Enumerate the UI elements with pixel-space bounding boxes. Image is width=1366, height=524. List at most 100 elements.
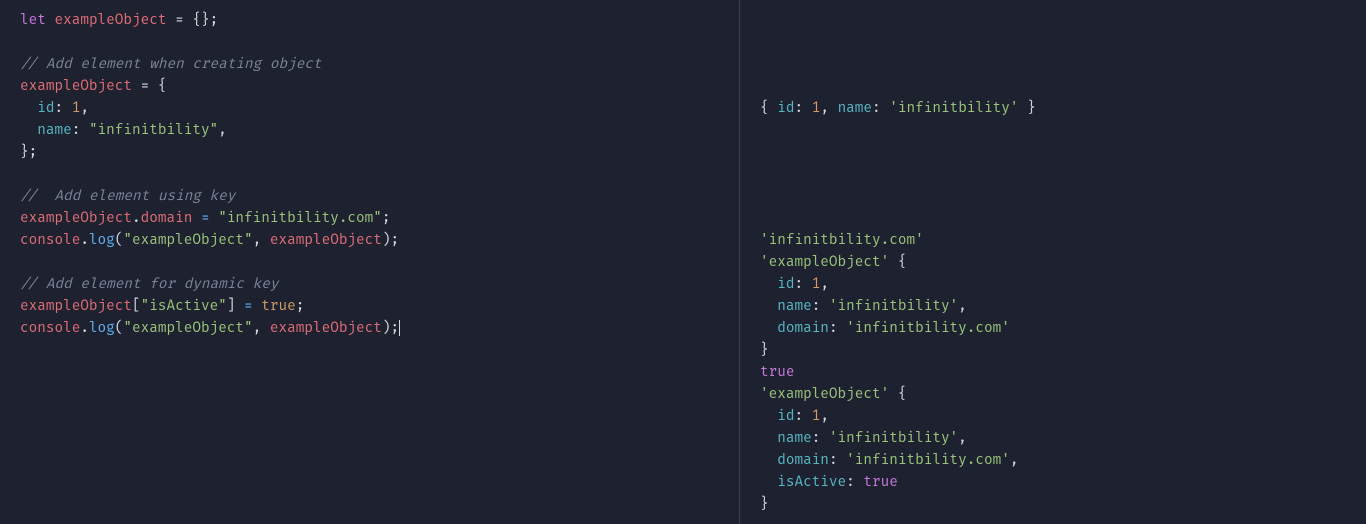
operator: = bbox=[235, 298, 261, 315]
property: name bbox=[37, 122, 71, 139]
prop: id bbox=[777, 100, 794, 117]
colon: : bbox=[846, 474, 863, 491]
brace: { bbox=[760, 100, 777, 117]
punct: ; bbox=[296, 298, 305, 315]
prop: id bbox=[777, 276, 794, 293]
property: domain bbox=[141, 210, 193, 227]
identifier: exampleObject bbox=[20, 78, 132, 95]
identifier: exampleObject bbox=[20, 298, 132, 315]
colon: : bbox=[829, 320, 846, 337]
indent bbox=[760, 276, 777, 293]
prop: id bbox=[777, 408, 794, 425]
string: "exampleObject" bbox=[123, 320, 252, 337]
string: "infinitbility" bbox=[89, 122, 218, 139]
code-content[interactable]: let exampleObject = {}; // Add element w… bbox=[20, 10, 719, 340]
identifier: exampleObject bbox=[270, 320, 382, 337]
punct: = { bbox=[132, 78, 166, 95]
string: 'infinitbility' bbox=[889, 100, 1018, 117]
spacer bbox=[760, 120, 1346, 230]
prop: name bbox=[838, 100, 872, 117]
colon: : bbox=[794, 100, 811, 117]
method: log bbox=[89, 320, 115, 337]
colon: : bbox=[829, 452, 846, 469]
prop: name bbox=[777, 430, 811, 447]
identifier: exampleObject bbox=[54, 12, 166, 29]
punct: : bbox=[72, 122, 89, 139]
string: "exampleObject" bbox=[123, 232, 252, 249]
punct: ; bbox=[382, 210, 391, 227]
punct: = {}; bbox=[167, 12, 219, 29]
indent bbox=[760, 430, 777, 447]
string: 'exampleObject' bbox=[760, 386, 889, 403]
keyword-let: let bbox=[20, 12, 46, 29]
string: 'infinitbility' bbox=[829, 298, 958, 315]
comma: , bbox=[820, 408, 829, 425]
string: 'infinitbility.com' bbox=[760, 232, 924, 249]
prop: isActive bbox=[777, 474, 846, 491]
indent bbox=[760, 320, 777, 337]
punct: }; bbox=[20, 144, 37, 161]
string: 'infinitbility' bbox=[829, 430, 958, 447]
string: 'infinitbility.com' bbox=[846, 320, 1010, 337]
brace: { bbox=[889, 386, 906, 403]
string: 'exampleObject' bbox=[760, 254, 889, 271]
spacer bbox=[760, 10, 1346, 98]
text-cursor bbox=[399, 320, 400, 336]
console: console bbox=[20, 320, 80, 337]
identifier: exampleObject bbox=[270, 232, 382, 249]
boolean: true bbox=[760, 364, 794, 381]
indent bbox=[760, 408, 777, 425]
punct: , bbox=[80, 100, 89, 117]
comma: , bbox=[958, 430, 967, 447]
prop: domain bbox=[777, 320, 829, 337]
punct: [ bbox=[132, 298, 141, 315]
comma: , bbox=[958, 298, 967, 315]
property: id bbox=[37, 100, 54, 117]
indent bbox=[760, 474, 777, 491]
code-editor-pane[interactable]: let exampleObject = {}; // Add element w… bbox=[0, 0, 740, 524]
colon: : bbox=[812, 298, 829, 315]
punct: , bbox=[253, 232, 270, 249]
operator: = bbox=[192, 210, 218, 227]
identifier: exampleObject bbox=[20, 210, 132, 227]
punct: . bbox=[132, 210, 141, 227]
boolean: true bbox=[261, 298, 295, 315]
punct: ; bbox=[391, 232, 400, 249]
comma: , bbox=[1010, 452, 1019, 469]
prop: name bbox=[777, 298, 811, 315]
punct: , bbox=[253, 320, 270, 337]
colon: : bbox=[812, 430, 829, 447]
brace: } bbox=[760, 496, 769, 513]
punct: . bbox=[80, 320, 89, 337]
comment: // Add element using key bbox=[20, 188, 235, 205]
punct: ) bbox=[382, 232, 391, 249]
split-view: let exampleObject = {}; // Add element w… bbox=[0, 0, 1366, 524]
comment: // Add element for dynamic key bbox=[20, 276, 278, 293]
method: log bbox=[89, 232, 115, 249]
punct: ) bbox=[382, 320, 391, 337]
console-output-pane[interactable]: { id: 1, name: 'infinitbility' } 'infini… bbox=[740, 0, 1366, 524]
brace: { bbox=[889, 254, 906, 271]
colon: : bbox=[872, 100, 889, 117]
punct: ; bbox=[391, 320, 400, 337]
comma: , bbox=[820, 276, 829, 293]
indent bbox=[760, 452, 777, 469]
comment: // Add element when creating object bbox=[20, 56, 322, 73]
console-line: 'infinitbility.com' 'exampleObject' { id… bbox=[760, 230, 1346, 516]
boolean: true bbox=[863, 474, 897, 491]
string: "isActive" bbox=[141, 298, 227, 315]
comma: , bbox=[820, 100, 837, 117]
console: console bbox=[20, 232, 80, 249]
punct: , bbox=[218, 122, 227, 139]
colon: : bbox=[794, 408, 811, 425]
brace: } bbox=[1019, 100, 1036, 117]
brace: } bbox=[760, 342, 769, 359]
string: "infinitbility.com" bbox=[218, 210, 382, 227]
punct: : bbox=[54, 100, 71, 117]
console-line: { id: 1, name: 'infinitbility' } bbox=[760, 98, 1346, 120]
indent bbox=[760, 298, 777, 315]
punct: . bbox=[80, 232, 89, 249]
string: 'infinitbility.com' bbox=[846, 452, 1010, 469]
colon: : bbox=[794, 276, 811, 293]
prop: domain bbox=[777, 452, 829, 469]
